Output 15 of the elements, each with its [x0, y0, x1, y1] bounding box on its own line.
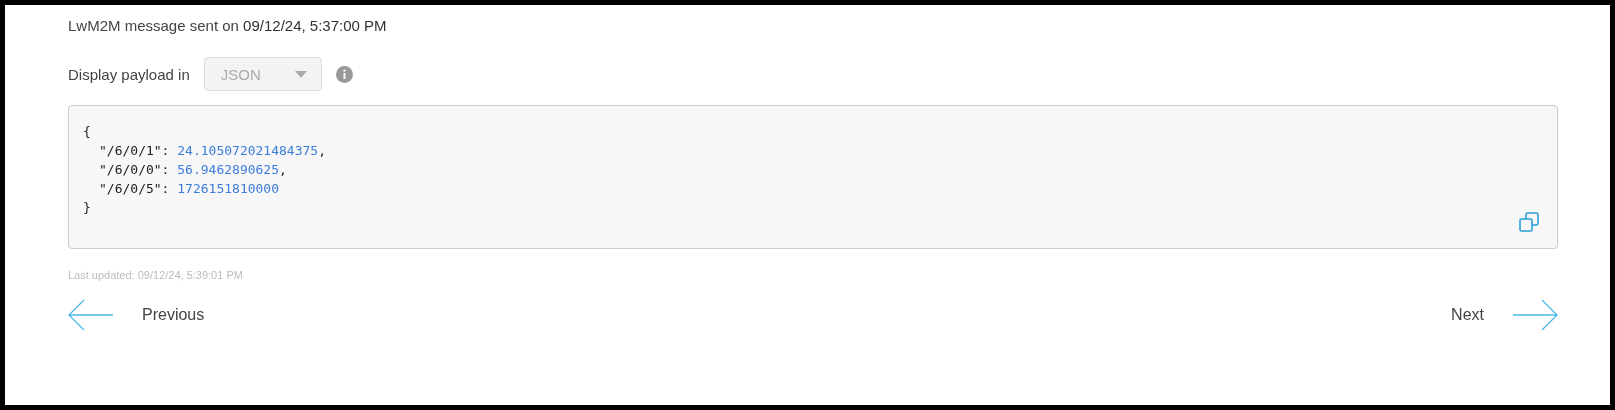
message-header: LwM2M message sent on 09/12/24, 5:37:00 PM: [68, 16, 388, 36]
caret-icon: [294, 70, 307, 78]
last-updated: Last updated: 09/12/24, 5:39:01 PM: [68, 269, 244, 281]
code-line: "/6/0/0": 56.9462890625,: [98, 161, 287, 179]
code-line: "/6/0/5": 1726151810000: [98, 180, 280, 198]
code-line: {: [83, 123, 91, 141]
code-line: }: [83, 199, 91, 217]
arrow-right-icon: [1512, 299, 1558, 331]
previous-button[interactable]: Previous: [68, 299, 205, 331]
display-label: Display payload in: [68, 65, 190, 83]
next-button[interactable]: Next: [1451, 299, 1558, 331]
copy-icon[interactable]: [1519, 212, 1539, 232]
arrow-left-icon: [68, 299, 114, 331]
code-line: "/6/0/1": 24.105072021484375,: [98, 142, 326, 160]
info-icon[interactable]: [335, 65, 353, 83]
